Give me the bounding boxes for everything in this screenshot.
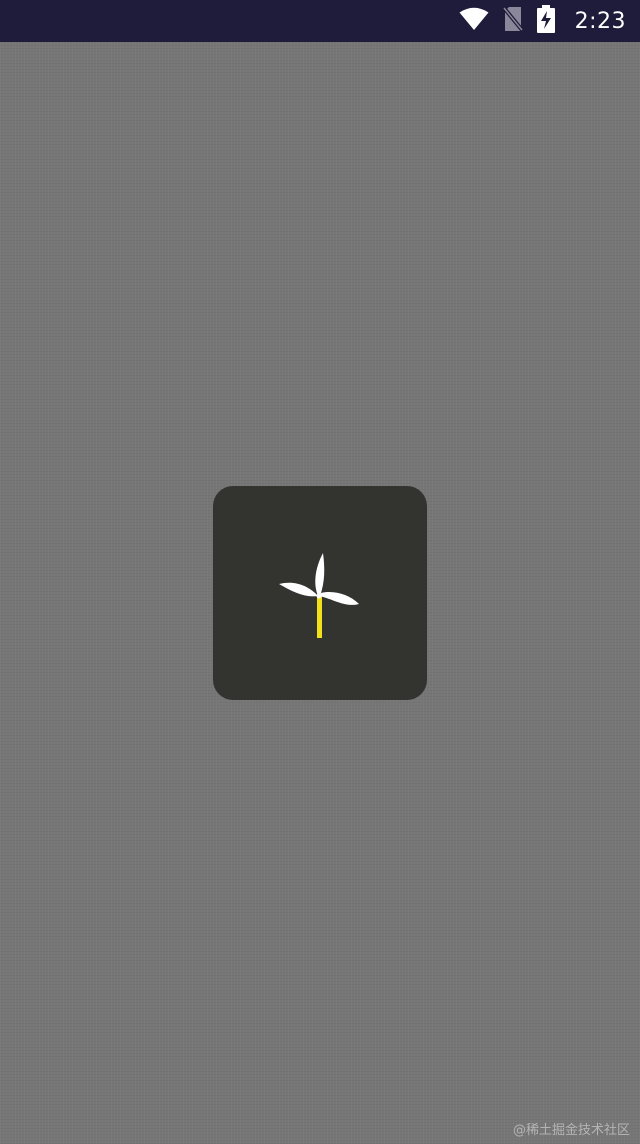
screen-background: @稀土掘金技术社区 [0,42,640,1144]
windmill-pole [317,596,322,638]
status-bar: 2:23 [0,0,640,42]
status-icons: 2:23 [459,0,626,42]
windmill-icon [279,553,359,638]
wifi-icon [459,7,489,35]
no-sim-icon [502,6,524,36]
windmill-blade-right [319,592,359,605]
windmill-hub [316,593,322,599]
battery-charging-icon [536,5,555,37]
watermark: @稀土掘金技术社区 [512,1123,630,1138]
status-time: 2:23 [574,8,626,34]
windmill-blade-top [315,553,325,596]
windmill-blade-left [279,582,318,597]
loading-card [213,486,427,700]
